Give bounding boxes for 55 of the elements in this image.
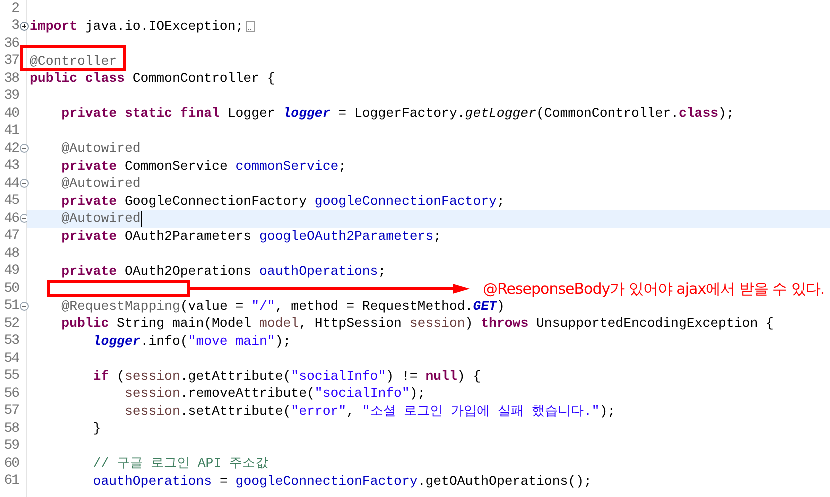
annotation-line: @Autowired bbox=[60, 175, 141, 192]
code-line: private CommonService commonService; bbox=[60, 158, 347, 175]
line-number: 36 bbox=[3, 36, 19, 52]
line-number: 42 bbox=[3, 140, 19, 157]
line-number: 52 bbox=[3, 316, 19, 332]
annotation-note: @ReseponseBody가 있어야 ajax에서 받을 수 있다. bbox=[483, 280, 825, 298]
line-number: 49 bbox=[3, 263, 19, 280]
line-number: 38 bbox=[3, 70, 19, 87]
line-number: 3 bbox=[10, 18, 19, 34]
line-number: 37 bbox=[3, 53, 19, 70]
expand-fold-icon[interactable] bbox=[20, 22, 29, 31]
code-line: import java.io.IOException; bbox=[30, 18, 244, 35]
code-comment: // 구글 로그인 API 주소값 bbox=[92, 455, 269, 472]
line-number: 58 bbox=[3, 420, 19, 437]
line-number: 44 bbox=[3, 176, 19, 192]
line-number: 57 bbox=[3, 403, 19, 420]
line-number: 60 bbox=[3, 456, 19, 472]
code-line: private OAuth2Parameters googleOAuth2Parameters; bbox=[60, 228, 442, 245]
line-number: 53 bbox=[3, 333, 19, 350]
line-number: 61 bbox=[3, 473, 19, 490]
line-number: 43 bbox=[3, 158, 19, 174]
line-number: 40 bbox=[3, 106, 19, 122]
code-line: session.removeAttribute("socialInfo"); bbox=[124, 385, 426, 402]
line-number: 45 bbox=[3, 193, 19, 210]
code-line: logger.info("move main"); bbox=[92, 332, 292, 350]
line-number: 55 bbox=[3, 368, 19, 384]
line-number: 47 bbox=[3, 228, 19, 244]
line-number: 48 bbox=[3, 246, 19, 262]
line-number: 2 bbox=[10, 0, 19, 17]
code-line: private static final Logger logger = LoggerFactory.getLogger(CommonController.class); bbox=[60, 105, 734, 122]
line-number: 41 bbox=[3, 123, 19, 140]
line-number: 56 bbox=[3, 386, 19, 402]
annotation-line: @Autowired bbox=[60, 210, 141, 228]
line-number: 54 bbox=[3, 350, 19, 367]
line-number: 39 bbox=[3, 88, 19, 104]
code-line: session.setAttribute("error", "소셜 로그인 가입에 실패 했습니다."); bbox=[124, 402, 616, 420]
code-line: if (session.getAttribute("socialInfo") != null) { bbox=[92, 368, 482, 385]
line-number: 46 bbox=[3, 210, 19, 227]
line-number: 50 bbox=[3, 280, 19, 297]
code-line: oauthOperations = googleConnectionFactory.getOAuthOperations(); bbox=[92, 472, 592, 490]
annotation-line: @Controller bbox=[30, 52, 118, 70]
folded-code-icon[interactable] bbox=[246, 20, 255, 32]
collapse-fold-icon[interactable] bbox=[20, 144, 29, 154]
code-line: } bbox=[92, 420, 102, 438]
code-line: public class CommonController { bbox=[30, 70, 276, 88]
line-number: 59 bbox=[3, 438, 19, 454]
line-number: 51 bbox=[3, 298, 19, 314]
code-line: private OAuth2Operations oauthOperations; bbox=[60, 262, 386, 280]
code-line: public String main(Model model, HttpSession session) throws UnsupportedEncodingException { bbox=[60, 315, 774, 332]
annotation-line: @RequestMapping(value = "/", method = RequestMethod.GET) bbox=[60, 298, 505, 315]
annotation-line: @Autowired bbox=[60, 140, 141, 158]
text-cursor bbox=[140, 210, 142, 227]
collapse-fold-icon[interactable] bbox=[20, 179, 29, 188]
code-line: private GoogleConnectionFactory googleConnectionFactory; bbox=[60, 192, 505, 210]
collapse-fold-icon[interactable] bbox=[20, 302, 29, 311]
